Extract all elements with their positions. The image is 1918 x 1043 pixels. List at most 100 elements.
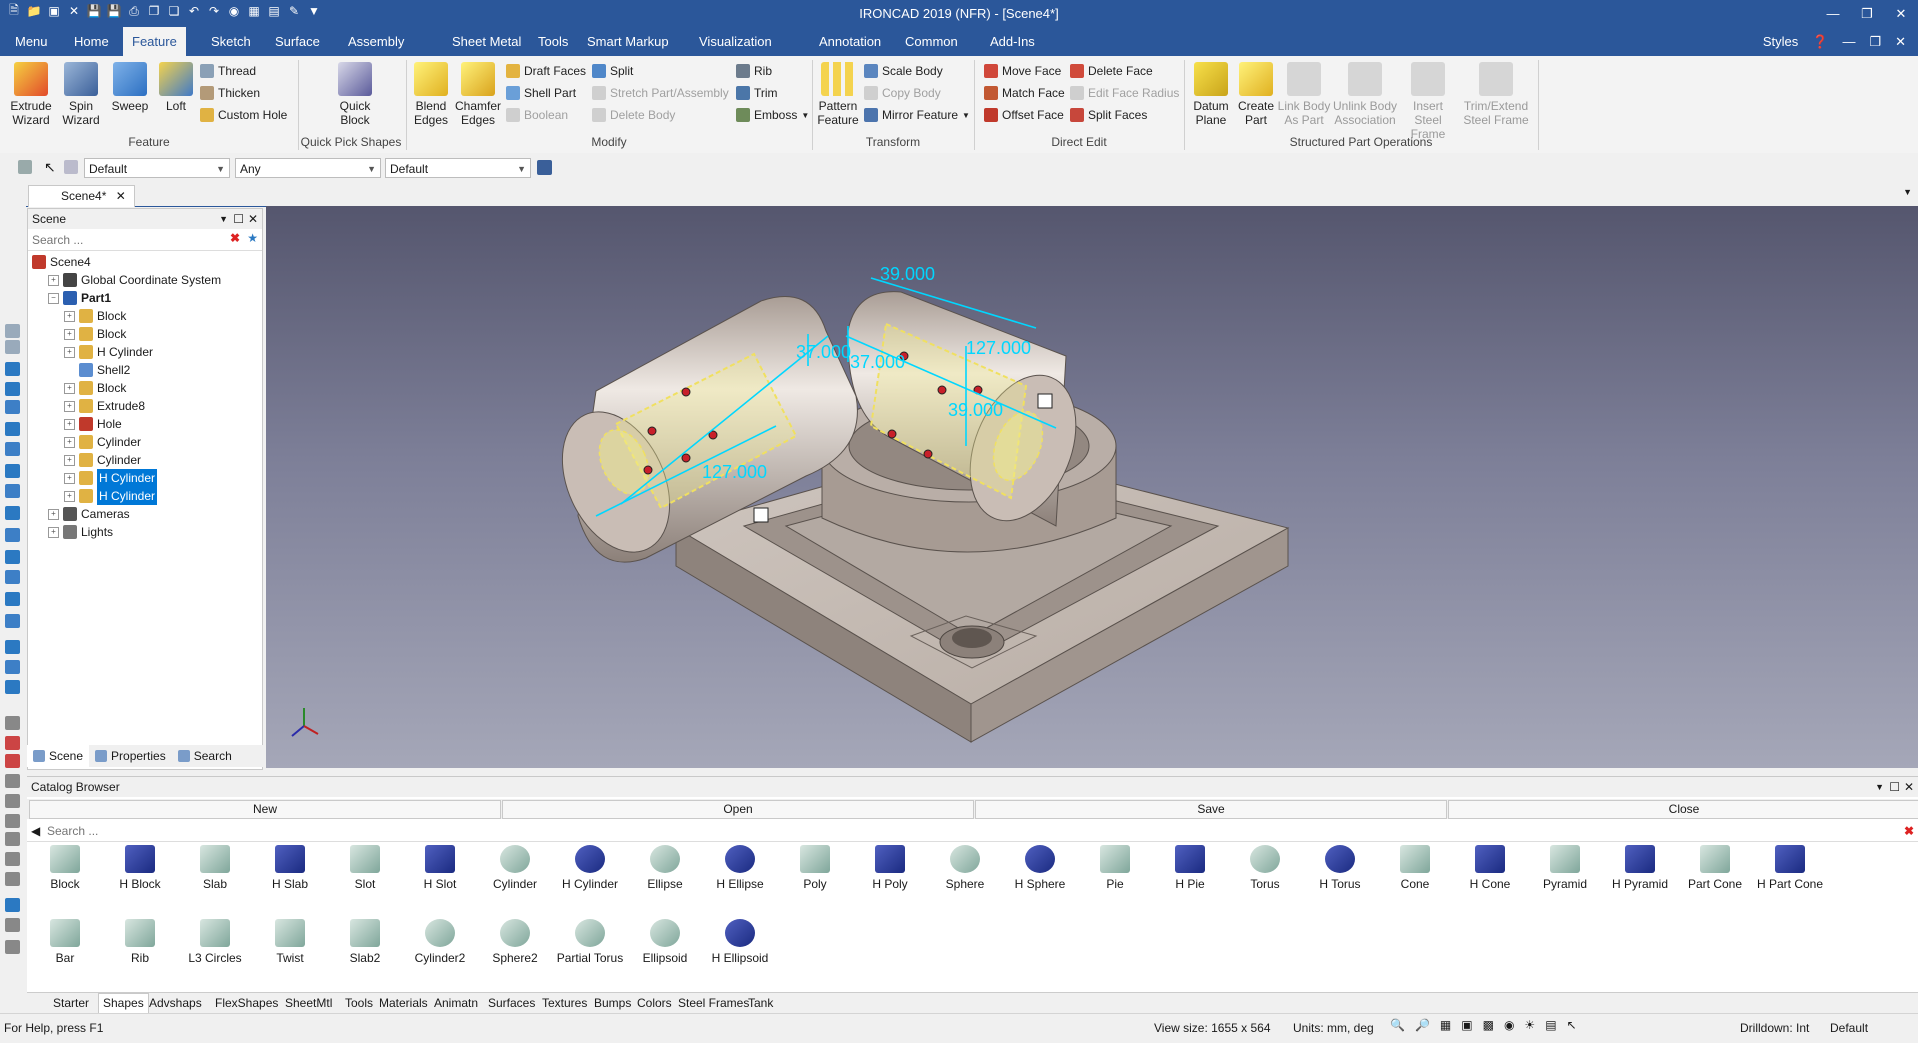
selection-combo-2[interactable]: Any ▼ [235, 158, 381, 178]
search-options-icon[interactable]: ★ [247, 231, 258, 245]
clear-search-icon[interactable]: ✖ [230, 231, 240, 245]
doc-tab-scene4[interactable]: Scene4* ✕ [28, 185, 135, 207]
tool-strip-icon[interactable] [5, 528, 20, 542]
tree-item[interactable]: + Block [64, 379, 126, 397]
catalog-shape[interactable]: Cylinder2 [402, 919, 478, 965]
custom-hole-button[interactable]: Custom Hole [200, 106, 287, 124]
ribbon-restore-icon[interactable]: ❐ [1869, 34, 1881, 50]
move-face-button[interactable]: Move Face [984, 62, 1061, 80]
catalog-shape[interactable]: L3 Circles [177, 919, 253, 965]
tab-assembly[interactable]: Assembly [339, 27, 413, 56]
back-icon[interactable]: ◀ [31, 824, 40, 838]
catalog-shape[interactable]: Sphere [927, 845, 1003, 891]
zoom-icon[interactable]: 🔎 [1415, 1018, 1430, 1032]
tree-item[interactable]: + Cylinder [64, 433, 141, 451]
emboss-button[interactable]: Emboss ▼ [736, 106, 809, 124]
pattern-feature-button[interactable]: Pattern Feature [816, 62, 860, 127]
close-window-button[interactable]: ✕ [1884, 0, 1918, 27]
catalog-tab-flexshapes[interactable]: FlexShapes [215, 995, 278, 1011]
catalog-shape[interactable]: Rib [102, 919, 178, 965]
tree-item[interactable]: + H Cylinder [64, 343, 153, 361]
tool-strip-icon[interactable] [5, 400, 20, 414]
tool-strip-icon[interactable] [5, 442, 20, 456]
help-icon[interactable]: ❓ [1812, 34, 1828, 50]
select-mode-icon[interactable] [64, 160, 78, 174]
split-button[interactable]: Split [592, 62, 633, 80]
match-face-button[interactable]: Match Face [984, 84, 1065, 102]
tree-item[interactable]: + Block [64, 307, 126, 325]
rib-button[interactable]: Rib [736, 62, 772, 80]
tab-surface[interactable]: Surface [266, 27, 329, 56]
hierarchy-icon[interactable] [537, 160, 552, 175]
catalog-shape[interactable]: H Cone [1452, 845, 1528, 891]
tab-visualization[interactable]: Visualization [690, 27, 781, 56]
tree-item[interactable]: + Global Coordinate System [48, 271, 221, 289]
tab-tools[interactable]: Tools [529, 27, 577, 56]
tree-item[interactable]: Scene4 [32, 253, 91, 271]
tool-strip-icon[interactable] [5, 680, 20, 694]
catalog-shape[interactable]: Pyramid [1527, 845, 1603, 891]
scene-footer-tab-search[interactable]: Search [172, 745, 238, 767]
expand-icon[interactable]: + [64, 418, 75, 430]
tab-home[interactable]: Home [65, 27, 118, 56]
catalog-shape[interactable]: Block [27, 845, 103, 891]
catalog-shape[interactable]: Ellipsoid [627, 919, 703, 965]
tree-item[interactable]: + Cylinder [64, 451, 141, 469]
catalog-shape[interactable]: H Part Cone [1752, 845, 1828, 891]
catalog-tab-tools[interactable]: Tools [345, 995, 373, 1011]
status-drilldown[interactable]: Drilldown: Int [1740, 1021, 1809, 1035]
spin-wizard-button[interactable]: Spin Wizard [58, 62, 104, 127]
expand-icon[interactable]: + [64, 328, 75, 340]
expand-icon[interactable]: + [64, 454, 75, 466]
tab-annotation[interactable]: Annotation [810, 27, 890, 56]
draft-faces-button[interactable]: Draft Faces [506, 62, 586, 80]
expand-icon[interactable]: + [64, 400, 75, 412]
zoom-fit-icon[interactable]: 🔍 [1390, 1018, 1405, 1032]
expand-icon[interactable]: + [48, 274, 59, 286]
close-tab-icon[interactable]: ✕ [116, 189, 126, 203]
catalog-shape[interactable]: Pie [1077, 845, 1153, 891]
tool-strip-icon[interactable] [5, 814, 20, 828]
catalog-shape[interactable]: H Slot [402, 845, 478, 891]
expand-icon[interactable]: + [64, 310, 75, 322]
panel-menu-icon[interactable]: ▼ [219, 209, 228, 229]
tool-strip-icon[interactable] [5, 940, 20, 954]
copy-body-button[interactable]: Copy Body [864, 84, 941, 102]
tree-item[interactable]: + Extrude8 [64, 397, 145, 415]
catalog-close-button[interactable]: Close [1448, 800, 1918, 819]
tool-strip-icon[interactable] [5, 754, 20, 768]
catalog-tab-advshaps[interactable]: Advshaps [149, 995, 202, 1011]
catalog-shape[interactable]: Slab2 [327, 919, 403, 965]
tool-strip-icon[interactable] [5, 640, 20, 654]
tool-strip-icon[interactable] [5, 550, 20, 564]
tree-item[interactable]: + H Cylinder [64, 469, 158, 487]
expand-icon[interactable]: − [48, 292, 59, 304]
expand-icon[interactable]: + [48, 526, 59, 538]
tool-strip-icon[interactable] [5, 898, 20, 912]
tool-strip-icon[interactable] [5, 794, 20, 808]
catalog-tab-tank[interactable]: Tank [748, 995, 773, 1011]
panel-close-icon[interactable]: ✕ [248, 209, 258, 229]
tool-strip-icon[interactable] [5, 382, 20, 396]
delete-body-button[interactable]: Delete Body [592, 106, 675, 124]
catalog-shape[interactable]: Ellipse [627, 845, 703, 891]
minimize-button[interactable]: — [1816, 0, 1850, 27]
tab-menu[interactable]: Menu [6, 27, 57, 56]
catalog-shape[interactable]: Partial Torus [552, 919, 628, 965]
split-faces-button[interactable]: Split Faces [1070, 106, 1147, 124]
tool-strip-icon[interactable] [5, 736, 20, 750]
catalog-shape[interactable]: H Block [102, 845, 178, 891]
chamfer-edges-button[interactable]: Chamfer Edges [454, 62, 502, 127]
tool-strip-icon[interactable] [5, 660, 20, 674]
tree-item[interactable]: + Cameras [48, 505, 130, 523]
camera-icon[interactable]: ◉ [1504, 1018, 1514, 1032]
selection-combo-3[interactable]: Default ▼ [385, 158, 531, 178]
catalog-search-input[interactable] [45, 822, 649, 840]
catalog-shape[interactable]: Cylinder [477, 845, 553, 891]
edit-face-radius-button[interactable]: Edit Face Radius [1070, 84, 1179, 102]
tool-strip-icon[interactable] [5, 832, 20, 846]
catalog-shape[interactable]: H Pie [1152, 845, 1228, 891]
catalog-shape[interactable]: H Poly [852, 845, 928, 891]
filter-icon[interactable] [18, 160, 32, 174]
blend-edges-button[interactable]: Blend Edges [410, 62, 452, 127]
